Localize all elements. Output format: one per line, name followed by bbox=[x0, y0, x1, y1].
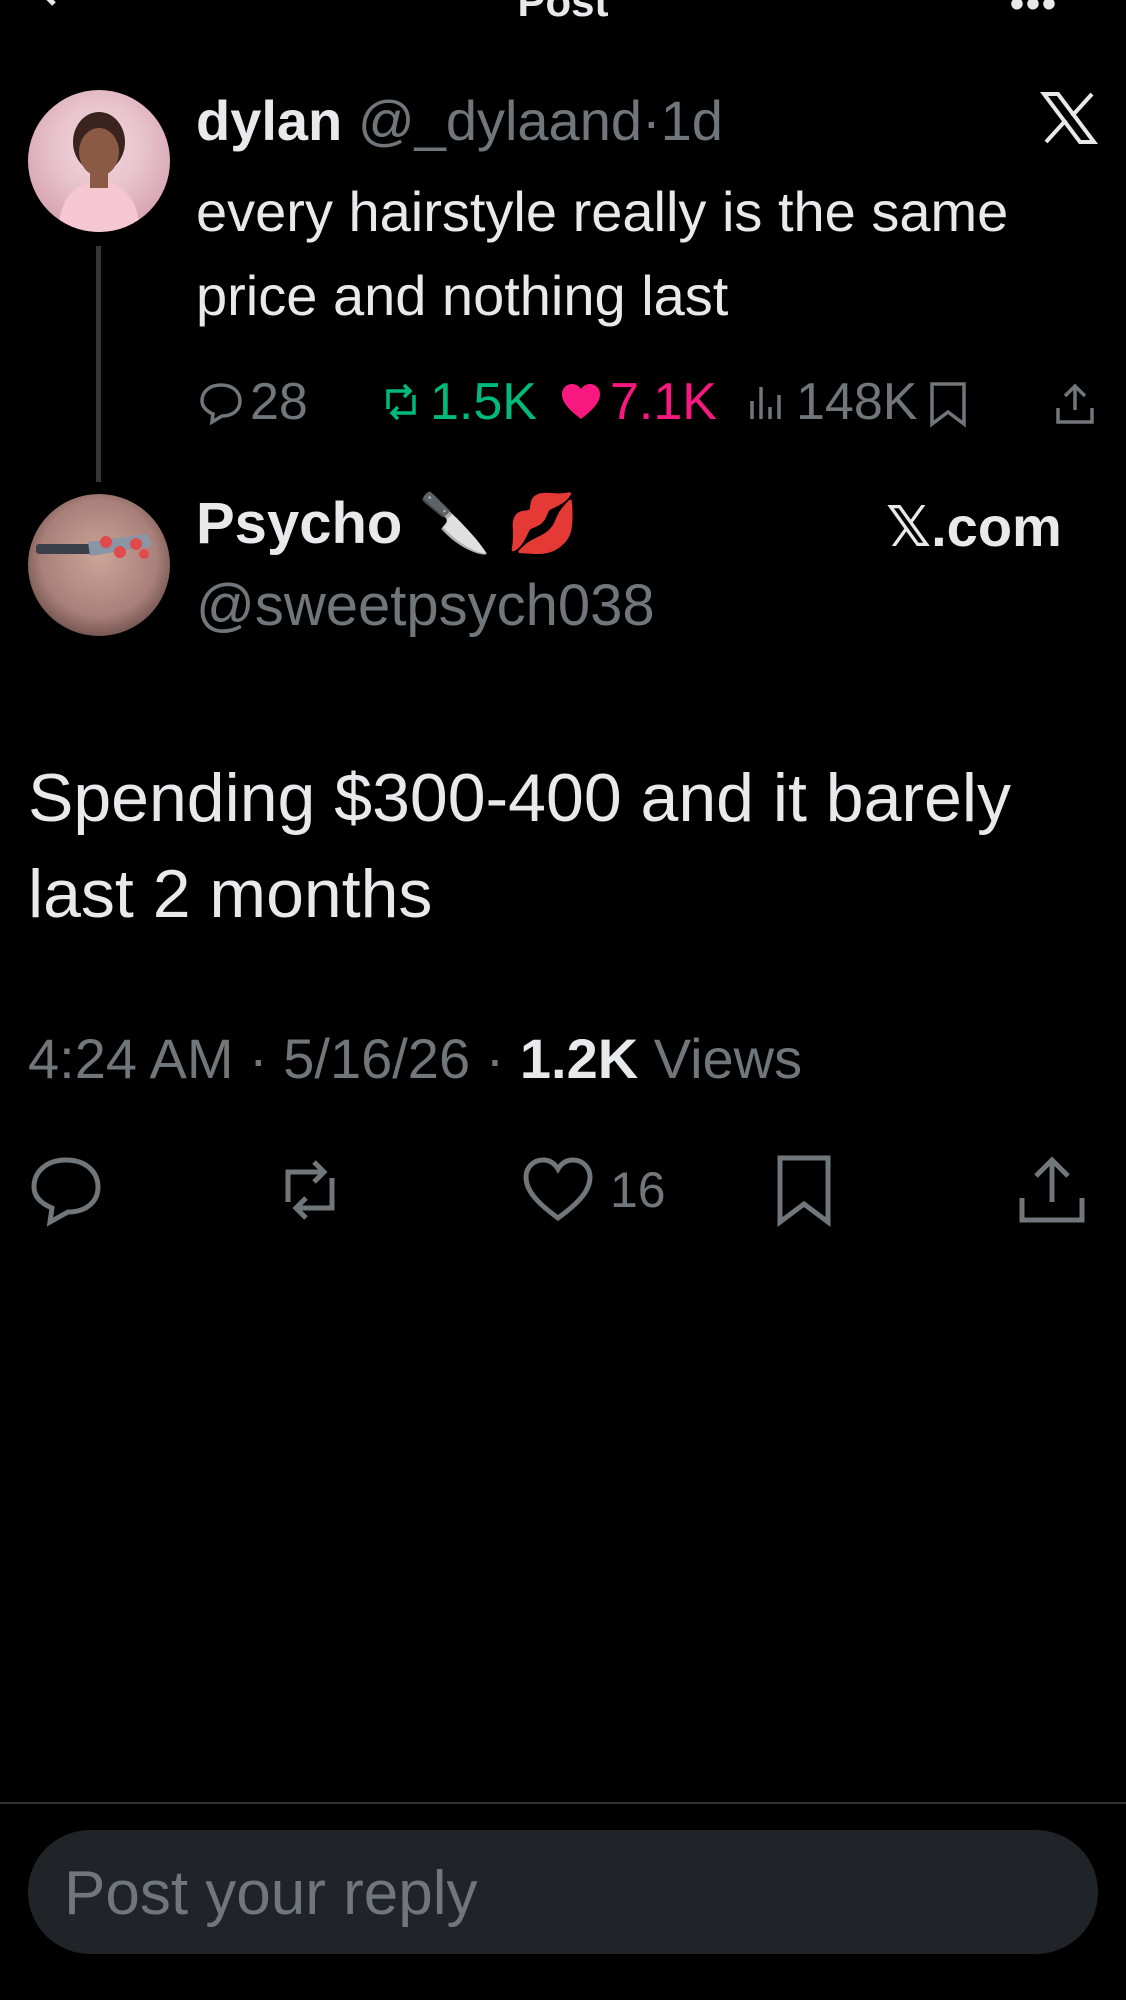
repost-button[interactable] bbox=[272, 1150, 348, 1230]
quoted-author-handle[interactable]: @_dylaand bbox=[358, 89, 642, 152]
bookmark-icon bbox=[777, 1155, 831, 1227]
views-chart-icon bbox=[750, 387, 781, 419]
post-text: Spending $300-400 and it barely last 2 m… bbox=[28, 760, 1011, 932]
heart-filled-icon bbox=[562, 384, 600, 419]
reply-button[interactable] bbox=[28, 1150, 104, 1230]
quoted-post-text: every hairstyle really is the same price… bbox=[196, 180, 1009, 327]
avatar-dylan[interactable] bbox=[28, 90, 170, 232]
quoted-post-header: dylan @_dylaand·1d bbox=[196, 88, 723, 153]
meta-separator: · bbox=[249, 1027, 268, 1090]
quoted-separator: · bbox=[641, 89, 661, 152]
post-author-name-row: Psycho 🔪 💋 bbox=[196, 490, 579, 558]
post-author-name[interactable]: Psycho bbox=[196, 491, 402, 556]
quoted-like-stat[interactable]: 7.1K bbox=[558, 372, 717, 432]
quoted-views-stat[interactable]: 148K bbox=[744, 372, 917, 432]
repost-icon bbox=[285, 1160, 335, 1220]
heart-outline-icon bbox=[523, 1157, 593, 1222]
meta-separator: · bbox=[485, 1027, 505, 1090]
post-time: 4:24 AM bbox=[28, 1027, 234, 1090]
quoted-post-time: 1d bbox=[660, 89, 723, 152]
like-count: 16 bbox=[610, 1162, 666, 1218]
quoted-views-count: 148K bbox=[796, 373, 918, 431]
post-date: 5/16/26 bbox=[283, 1027, 471, 1090]
x-com-brand: 𝕏.com bbox=[886, 495, 1062, 558]
share-icon bbox=[1019, 1156, 1085, 1223]
composer-divider bbox=[0, 1802, 1126, 1804]
reply-placeholder: Post your reply bbox=[64, 1859, 478, 1928]
more-options-button[interactable]: ••• bbox=[1010, 0, 1058, 27]
quoted-repost-count: 1.5K bbox=[430, 373, 537, 431]
reply-icon bbox=[200, 383, 242, 425]
quoted-reply-stat[interactable]: 28 bbox=[198, 372, 308, 432]
like-button[interactable]: 16 bbox=[520, 1150, 666, 1230]
views-count: 1.2K bbox=[519, 1027, 639, 1090]
share-icon[interactable] bbox=[1052, 380, 1098, 428]
post-metadata: 4:24 AM · 5/16/26 · 1.2K Views bbox=[28, 1026, 802, 1091]
quoted-author-name[interactable]: dylan bbox=[196, 89, 342, 152]
author-emojis: 🔪 💋 bbox=[418, 491, 580, 556]
bookmark-button[interactable] bbox=[766, 1150, 842, 1230]
page-title: Post bbox=[517, 0, 609, 25]
views-label: Views bbox=[653, 1027, 803, 1090]
quoted-repost-stat[interactable]: 1.5K bbox=[378, 372, 537, 432]
post-author-handle[interactable]: @sweetpsych038 bbox=[196, 572, 655, 639]
avatar-psycho[interactable] bbox=[28, 494, 170, 636]
thread-connector-line bbox=[96, 246, 101, 482]
bookmark-icon[interactable] bbox=[926, 380, 970, 428]
quoted-like-count: 7.1K bbox=[610, 373, 717, 431]
quoted-reply-count: 28 bbox=[250, 373, 308, 431]
repost-icon bbox=[386, 383, 416, 421]
x-logo-icon bbox=[1040, 92, 1098, 144]
reply-icon bbox=[31, 1157, 101, 1227]
share-button[interactable] bbox=[1014, 1150, 1090, 1230]
